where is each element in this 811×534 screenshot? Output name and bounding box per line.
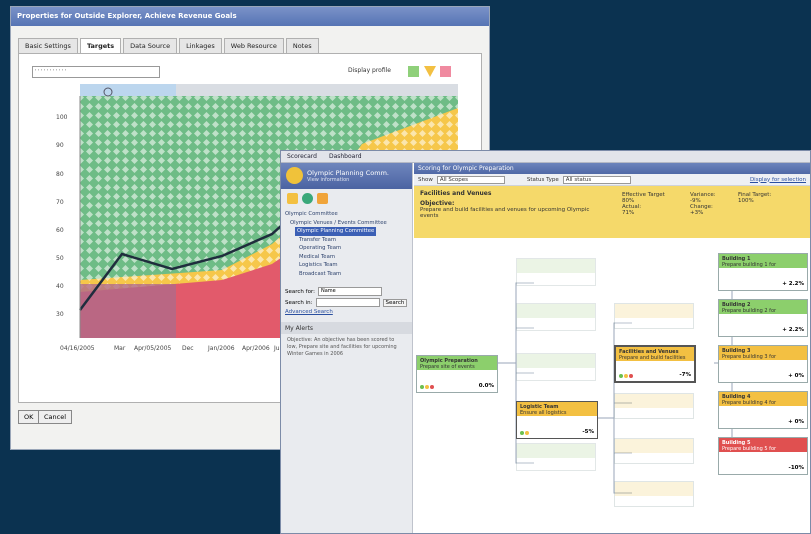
display-profile-label: Display profile — [348, 67, 391, 74]
avatar — [286, 167, 303, 184]
node-building-4[interactable]: Building 4 Prepare building 4 for + 0% — [718, 391, 808, 429]
node-value: -10% — [788, 465, 804, 471]
node-subtitle: Prepare building 4 for — [722, 400, 777, 406]
node-logistic-team[interactable]: Logistic Team Ensure all logistics -5% — [516, 401, 598, 439]
tab-linkages[interactable]: Linkages — [179, 38, 222, 53]
red-profile-swatch[interactable] — [440, 66, 451, 77]
node-building-5[interactable]: Building 5 Prepare building 5 for -10% — [718, 437, 808, 475]
yellow-profile-triangle[interactable] — [424, 66, 436, 77]
cancel-button[interactable]: Cancel — [38, 410, 73, 424]
search-in-label: Search in: — [285, 299, 313, 306]
node-value: 0.0% — [478, 383, 494, 389]
y-tick: 70 — [56, 199, 64, 206]
tab-notes[interactable]: Notes — [285, 38, 319, 53]
globe-icon[interactable] — [302, 193, 313, 204]
user-subtitle[interactable]: View information — [307, 177, 408, 183]
search-for-select[interactable]: Name — [317, 287, 382, 296]
x-tick: Jan/2006 — [207, 345, 235, 352]
y-tick: 90 — [56, 142, 64, 149]
top-menu: Scorecard Dashboard — [281, 151, 810, 163]
tree-item[interactable]: Transfer Team — [285, 236, 408, 245]
main-pane: Scoring for Olympic Preparation Show All… — [414, 163, 810, 533]
search-in-input[interactable] — [315, 298, 380, 307]
x-tick: Apr/2006 — [242, 345, 270, 352]
tab-web-resource[interactable]: Web Resource — [223, 38, 284, 53]
y-tick: 60 — [56, 227, 64, 234]
tree-item[interactable]: Olympic Venues / Events Committee — [285, 219, 408, 228]
node-building-3[interactable]: Building 3 Prepare building 3 for + 0% — [718, 345, 808, 383]
node-subtitle: Ensure all logistics — [520, 410, 567, 416]
tree-node-faded[interactable] — [614, 303, 694, 329]
node-subtitle: Prepare building 2 for — [722, 308, 777, 314]
x-tick: 04/16/2005 — [60, 345, 95, 352]
tree-node-faded[interactable] — [516, 258, 596, 286]
tab-basic-settings[interactable]: Basic Settings — [18, 38, 78, 53]
menu-dashboard[interactable]: Dashboard — [329, 153, 362, 160]
home-icon[interactable] — [287, 193, 298, 204]
node-value: + 0% — [788, 373, 804, 379]
node-value: -7% — [679, 372, 691, 378]
tab-data-source[interactable]: Data Source — [123, 38, 178, 53]
search-for-label: Search for: — [285, 288, 315, 295]
node-subtitle: Prepare and build facilities — [619, 355, 686, 361]
user-name: Olympic Planning Comm. — [307, 169, 389, 177]
node-value: + 2.2% — [782, 327, 804, 333]
refresh-icon[interactable] — [317, 193, 328, 204]
chart-header-highlight — [80, 84, 176, 96]
search-button[interactable]: Search — [382, 298, 408, 307]
node-subtitle: Prepare building 1 for — [722, 262, 777, 268]
dialog-title: Properties for Outside Explorer, Achieve… — [11, 7, 489, 26]
x-tick: Apr/05/2005 — [134, 345, 172, 352]
status-dots — [619, 374, 633, 378]
scorecard-window: Scorecard Dashboard Olympic Planning Com… — [280, 150, 811, 534]
node-facilities-and-venues[interactable]: Facilities and Venues Prepare and build f… — [614, 345, 696, 383]
node-subtitle: Prepare building 3 for — [722, 354, 777, 360]
x-tick: Mar — [114, 345, 126, 352]
y-tick: 40 — [56, 283, 64, 290]
alerts-header[interactable]: My Alerts — [281, 322, 412, 334]
tab-targets[interactable]: Targets — [79, 38, 122, 53]
y-tick: 30 — [56, 311, 64, 318]
user-header: Olympic Planning Comm. View information — [281, 163, 412, 189]
advanced-search-link[interactable]: Advanced Search — [281, 308, 412, 316]
tree-item-selected[interactable]: Olympic Planning Committee — [295, 227, 377, 236]
tree-item[interactable]: Logistics Team — [285, 261, 408, 270]
green-profile-swatch[interactable] — [408, 66, 419, 77]
tree-item[interactable]: Broadcast Team — [285, 270, 408, 279]
menu-scorecard[interactable]: Scorecard — [287, 153, 317, 160]
tree-node-faded[interactable] — [516, 303, 596, 331]
ok-button[interactable]: OK — [18, 410, 40, 424]
tree-item[interactable]: Medical Team — [285, 253, 408, 262]
alert-message: Objective: An objective has been scored … — [287, 337, 397, 357]
tree-node-faded[interactable] — [614, 438, 694, 464]
tree-node-faded[interactable] — [516, 443, 596, 471]
y-tick: 50 — [56, 255, 64, 262]
node-value: -5% — [582, 429, 594, 435]
node-building-2[interactable]: Building 2 Prepare building 2 for + 2.2% — [718, 299, 808, 337]
tree-node-faded[interactable] — [614, 481, 694, 507]
status-dots — [520, 431, 529, 435]
status-dots — [420, 385, 434, 389]
tree-item[interactable]: Operating Team — [285, 244, 408, 253]
node-value: + 0% — [788, 419, 804, 425]
sidebar: Olympic Planning Comm. View information … — [281, 163, 413, 533]
x-tick: Dec — [182, 345, 194, 352]
node-subtitle: Prepare building 5 for — [722, 446, 777, 452]
node-value: + 2.2% — [782, 281, 804, 287]
date-range-ruler[interactable]: ' ' ' ' ' ' ' ' ' ' ' — [32, 66, 160, 78]
node-building-1[interactable]: Building 1 Prepare building 1 for + 2.2% — [718, 253, 808, 291]
tree-node-faded[interactable] — [516, 353, 596, 381]
scope-tree: Olympic Committee Olympic Venues / Event… — [281, 208, 412, 280]
y-tick: 100 — [56, 114, 68, 121]
node-olympic-preparation[interactable]: Olympic Preparation Prepare site of event… — [416, 355, 498, 393]
tree-node-faded[interactable] — [614, 393, 694, 419]
y-tick: 80 — [56, 171, 64, 178]
tree-item[interactable]: Olympic Committee — [285, 210, 408, 219]
dialog-tabs: Basic Settings Targets Data Source Linka… — [18, 38, 319, 53]
sidebar-toolbar — [281, 189, 412, 208]
node-subtitle: Prepare site of events — [420, 364, 475, 370]
